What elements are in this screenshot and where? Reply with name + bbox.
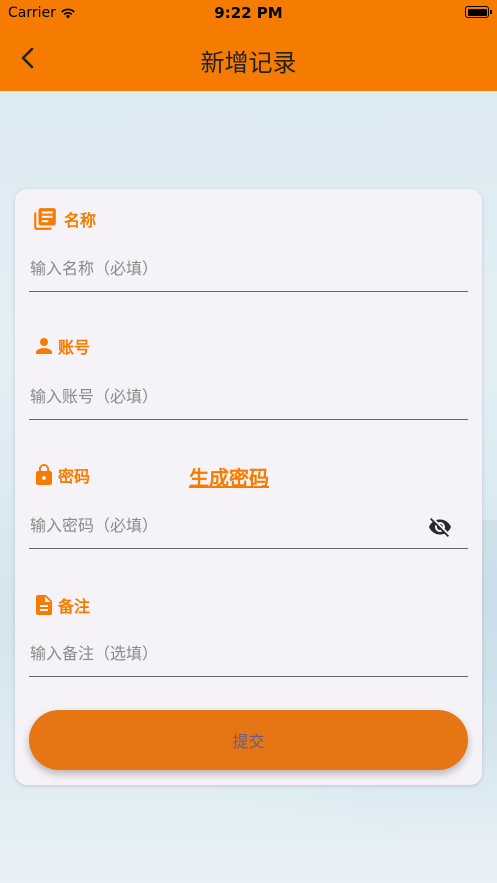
name-input[interactable] bbox=[29, 246, 468, 292]
app-bar: 新增记录 bbox=[0, 26, 497, 91]
name-label: 名称 bbox=[32, 206, 96, 232]
library-books-icon bbox=[34, 208, 56, 230]
account-input[interactable] bbox=[29, 374, 468, 420]
page-title: 新增记录 bbox=[200, 49, 297, 77]
person-icon bbox=[36, 338, 52, 354]
battery-icon bbox=[465, 6, 492, 18]
note-label-text: 备注 bbox=[58, 597, 91, 616]
note-label: 备注 bbox=[32, 592, 90, 618]
note-input[interactable] bbox=[29, 631, 468, 677]
eye-off-icon bbox=[429, 518, 451, 537]
generate-password-link[interactable]: 生成密码 bbox=[189, 462, 269, 491]
name-label-text: 名称 bbox=[64, 211, 97, 230]
password-label: 密码 bbox=[32, 462, 90, 488]
document-icon bbox=[36, 595, 52, 615]
status-bar: Carrier 9:22 PM bbox=[0, 0, 497, 26]
submit-button[interactable]: 提交 bbox=[29, 710, 468, 770]
toggle-visibility-button[interactable] bbox=[425, 514, 455, 540]
account-label: 账号 bbox=[32, 334, 90, 358]
password-label-text: 密码 bbox=[58, 467, 91, 486]
status-time: 9:22 PM bbox=[214, 4, 283, 22]
account-label-text: 账号 bbox=[58, 338, 91, 357]
lock-icon bbox=[36, 464, 52, 485]
password-input[interactable] bbox=[29, 503, 468, 549]
form-card: 名称 账号 密码 生成密码 备注 提交 bbox=[15, 189, 482, 785]
